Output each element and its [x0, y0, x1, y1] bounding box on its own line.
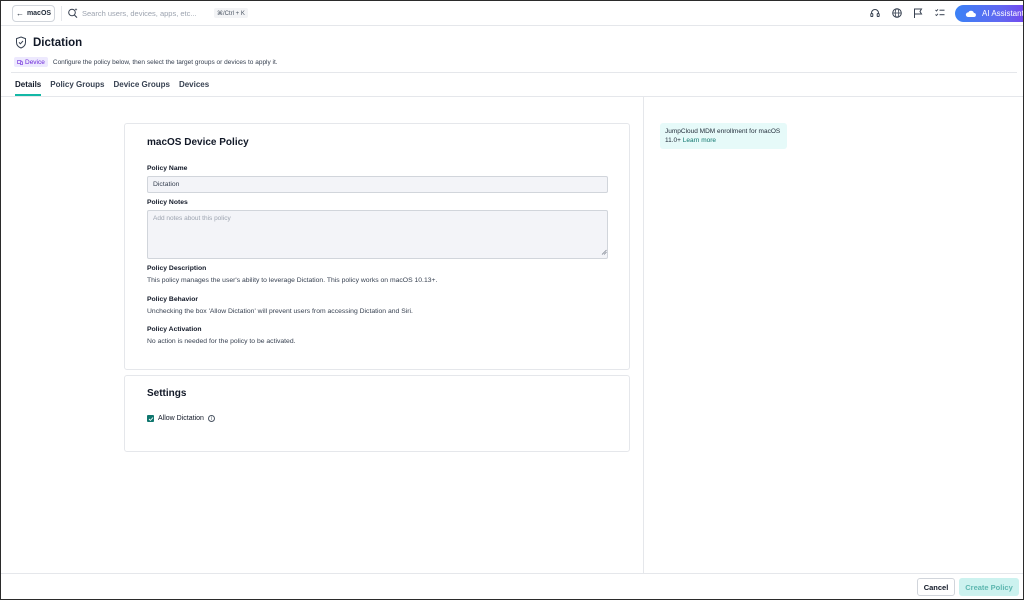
header-divider	[11, 72, 1017, 73]
flag-icon[interactable]	[912, 7, 924, 19]
divider	[61, 6, 62, 21]
policy-activation-label: Policy Activation	[147, 326, 202, 333]
info-icon[interactable]: i	[207, 415, 215, 422]
allow-dictation-row: Allow Dictation i	[147, 415, 215, 422]
tab-details[interactable]: Details	[15, 80, 42, 96]
policy-behavior-label: Policy Behavior	[147, 296, 198, 303]
back-button-label: macOS	[26, 10, 52, 17]
page-subtitle: Configure the policy below, then select …	[52, 58, 278, 66]
device-badge: Device	[14, 57, 48, 67]
policy-notes-textarea[interactable]	[147, 210, 608, 259]
cancel-button[interactable]: Cancel	[917, 578, 955, 596]
settings-card: Settings Allow Dictation i	[124, 375, 630, 452]
tab-policy-groups[interactable]: Policy Groups	[50, 80, 104, 96]
policy-notes-label: Policy Notes	[147, 199, 188, 206]
tab-bar: Details Policy Groups Device Groups Devi…	[15, 80, 209, 96]
tabs-divider	[1, 96, 1023, 97]
headset-icon[interactable]	[869, 7, 881, 19]
app-window: ← macOS ⌘/Ctrl + K	[0, 0, 1024, 600]
policy-description-label: Policy Description	[147, 265, 207, 272]
policy-name-input[interactable]	[147, 176, 608, 193]
page-title: Dictation	[33, 36, 83, 49]
policy-activation-text: No action is needed for the policy to be…	[147, 338, 296, 345]
page-header: Dictation	[15, 36, 82, 49]
mdm-info-panel: JumpCloud MDM enrollment for macOS 11.0+…	[660, 123, 787, 149]
policy-name-label: Policy Name	[147, 165, 188, 172]
shield-check-icon	[16, 36, 26, 49]
learn-more-link[interactable]: Learn more	[683, 137, 716, 144]
allow-dictation-label: Allow Dictation	[158, 415, 204, 422]
policy-card: macOS Device Policy Policy Name Policy N…	[124, 123, 630, 370]
arrow-left-icon: ←	[15, 9, 24, 18]
settings-title: Settings	[147, 388, 187, 399]
allow-dictation-checkbox[interactable]	[147, 415, 154, 422]
devices-icon	[17, 59, 23, 65]
policy-description-text: This policy manages the user's ability t…	[147, 277, 438, 284]
footer-divider	[1, 573, 1023, 574]
device-badge-label: Device	[25, 58, 45, 66]
create-policy-button[interactable]: Create Policy	[959, 578, 1019, 596]
resize-grip-icon[interactable]	[601, 249, 607, 255]
back-button[interactable]: ← macOS	[12, 5, 55, 22]
policy-behavior-text: Unchecking the box 'Allow Dictation' wil…	[147, 308, 413, 315]
cloud-sparkle-icon	[965, 10, 976, 17]
page-subheader: Device Configure the policy below, then …	[14, 57, 278, 67]
search-sparkle-icon	[68, 8, 78, 18]
right-panel-divider	[643, 97, 644, 573]
ai-assistant-label: AI Assistant	[982, 9, 1024, 18]
checklist-icon[interactable]	[934, 7, 946, 19]
search-input[interactable]	[82, 6, 212, 21]
policy-card-title: macOS Device Policy	[147, 137, 249, 148]
ai-assistant-button[interactable]: AI Assistant	[955, 5, 1024, 22]
keyboard-shortcut-badge: ⌘/Ctrl + K	[214, 8, 248, 18]
globe-icon[interactable]	[891, 7, 903, 19]
tab-devices[interactable]: Devices	[179, 80, 209, 96]
tab-device-groups[interactable]: Device Groups	[113, 80, 169, 96]
checkmark-icon	[148, 416, 153, 421]
top-bar: ← macOS ⌘/Ctrl + K	[1, 1, 1024, 26]
